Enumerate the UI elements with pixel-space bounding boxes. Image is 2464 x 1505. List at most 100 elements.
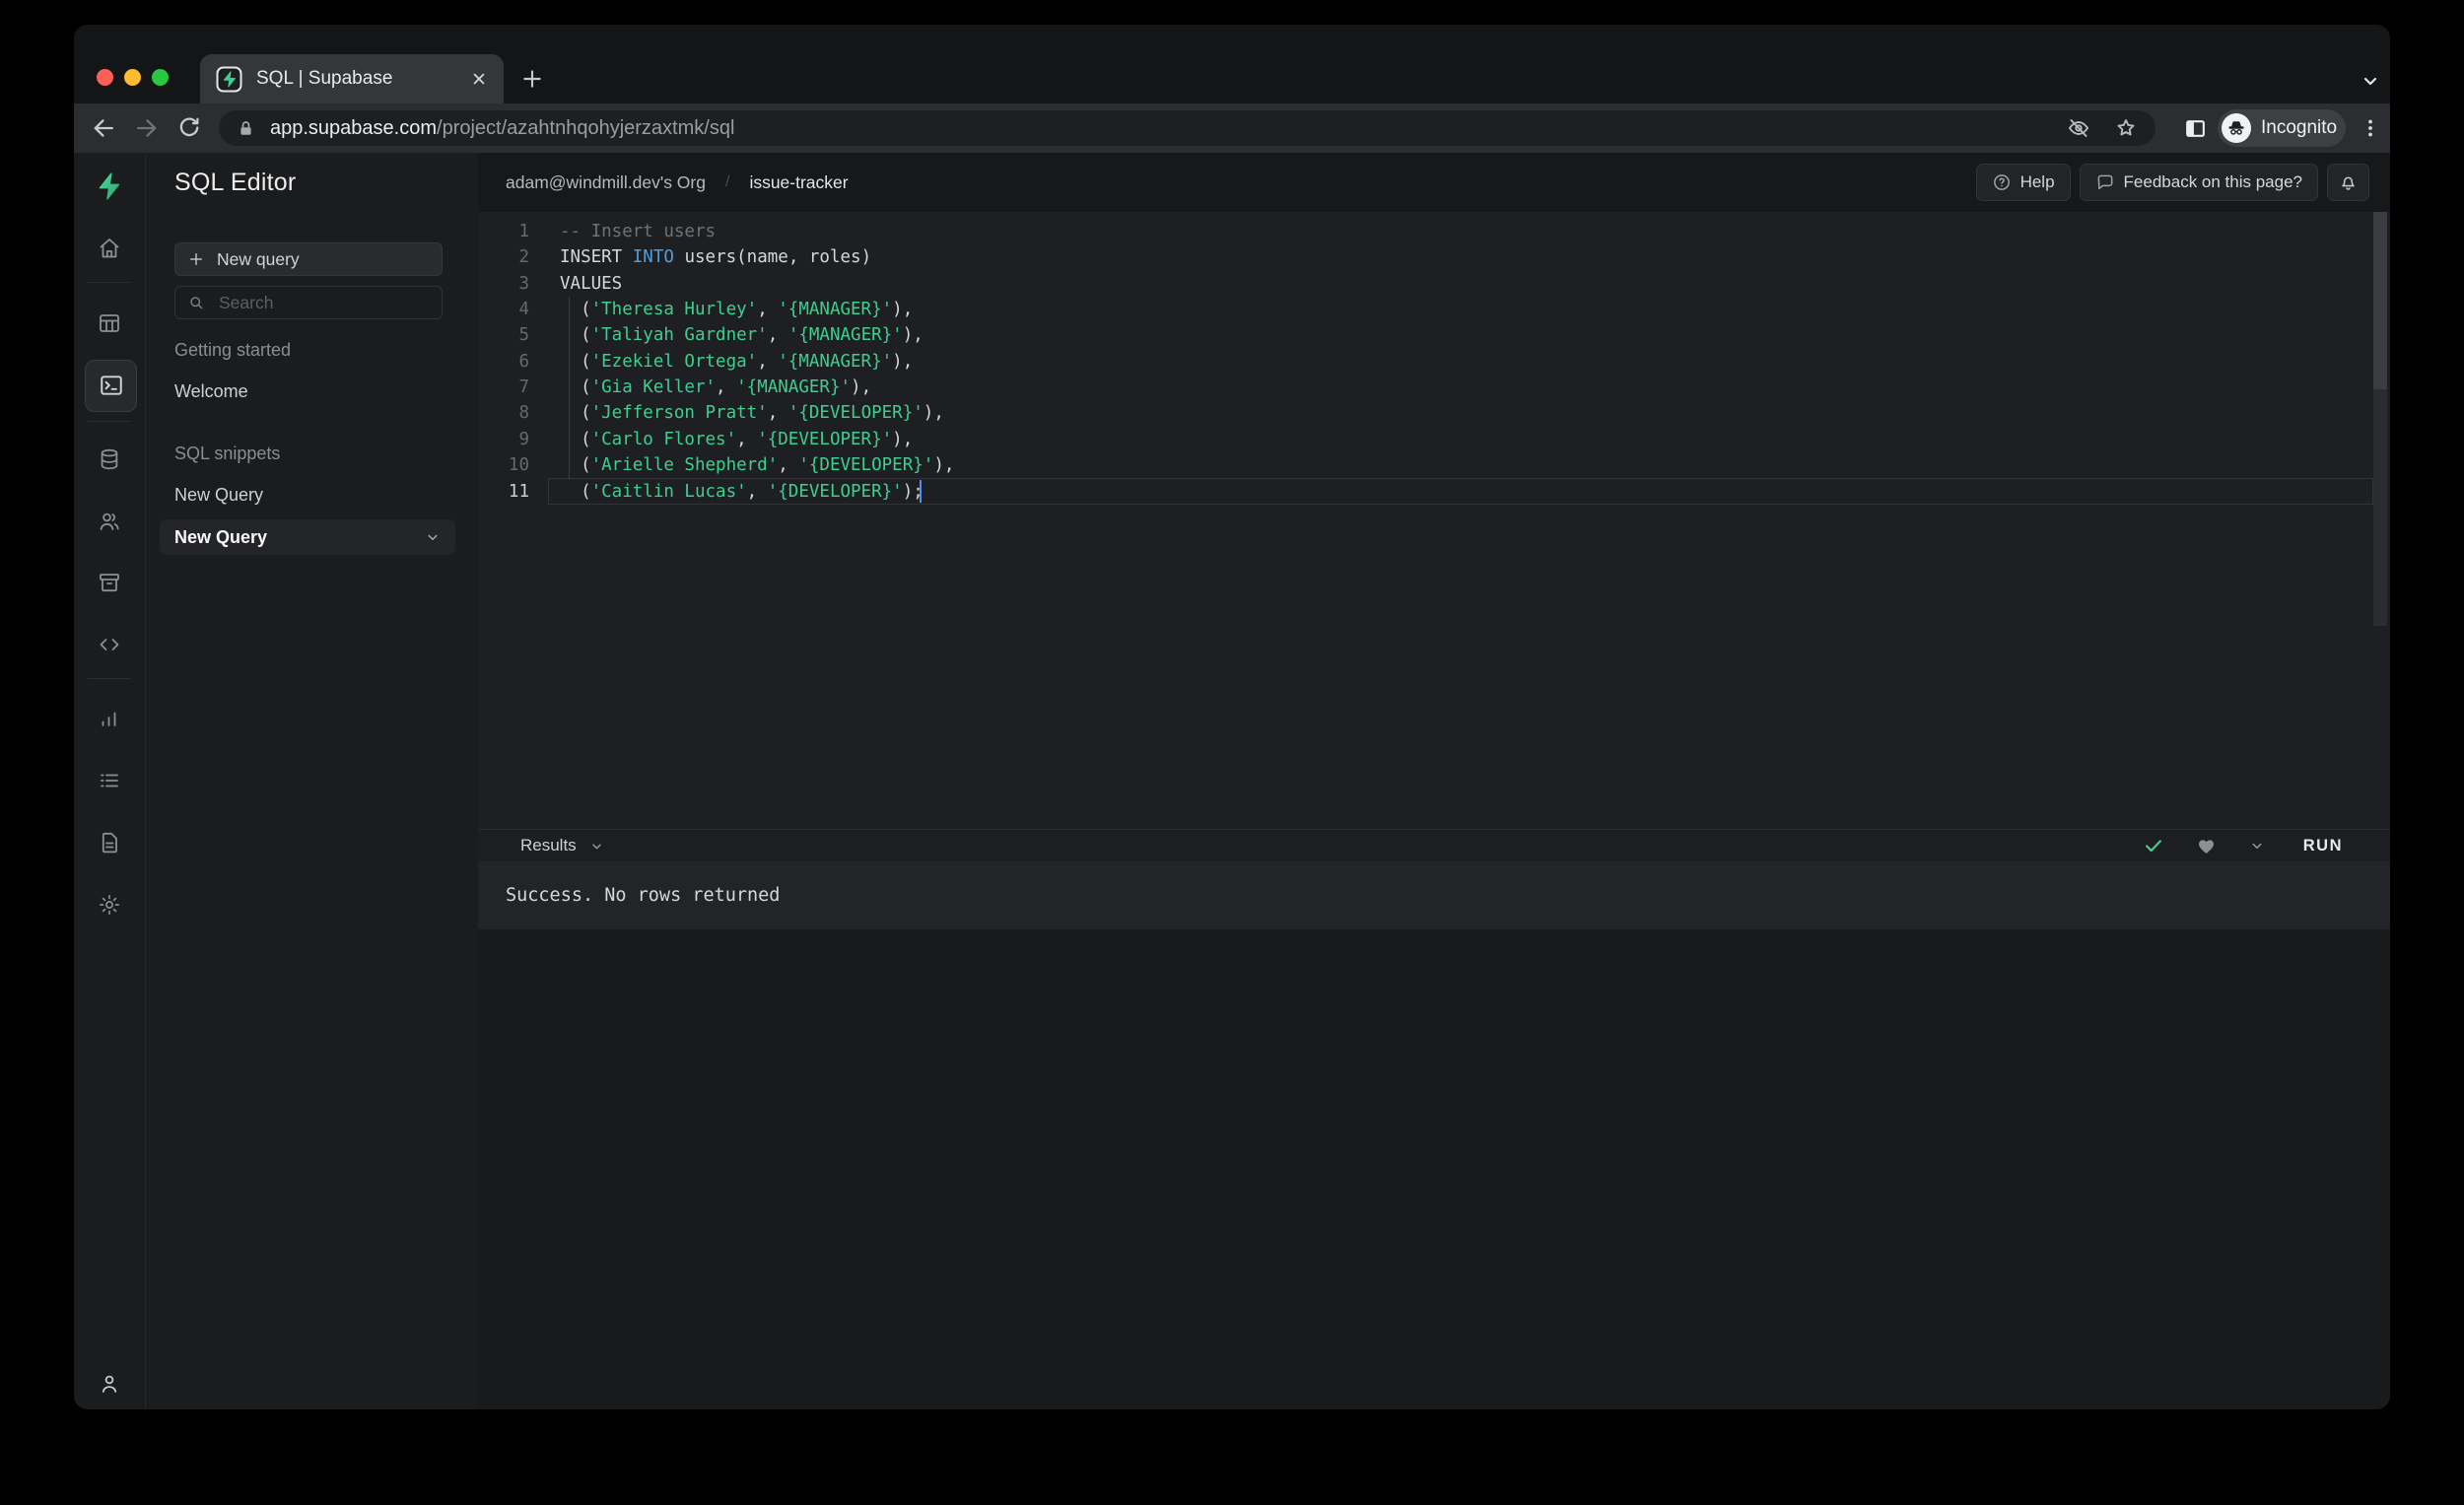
sql-code-editor[interactable]: 1 -- Insert users 2 INSERT INTO users(name,… bbox=[478, 212, 2390, 829]
incognito-badge: Incognito bbox=[2218, 109, 2346, 147]
reports-icon[interactable] bbox=[98, 707, 121, 730]
run-button[interactable]: RUN bbox=[2303, 837, 2343, 855]
back-icon[interactable] bbox=[90, 114, 117, 142]
table-editor-icon[interactable] bbox=[98, 311, 121, 335]
url-path: /project/azahtnhqohyjerzaxtmk/sql bbox=[437, 116, 735, 139]
run-options-chevron-icon[interactable] bbox=[2248, 837, 2266, 855]
favorite-heart-icon[interactable] bbox=[2196, 836, 2217, 856]
tab-close-icon[interactable] bbox=[470, 70, 488, 88]
rail-divider bbox=[88, 678, 131, 679]
url-bar[interactable]: app.supabase.com/project/azahtnhqohyjerz… bbox=[219, 110, 2156, 146]
help-button-label: Help bbox=[2019, 172, 2055, 191]
breadcrumb-org[interactable]: adam@windmill.dev's Org bbox=[506, 172, 706, 193]
supabase-app: SQL Editor New query Getting started Wel… bbox=[74, 153, 2390, 1409]
editor-scrollbar-track[interactable] bbox=[2373, 389, 2387, 626]
line-number: 8 bbox=[518, 403, 529, 424]
line-number: 5 bbox=[518, 325, 529, 346]
account-icon[interactable] bbox=[98, 1372, 121, 1396]
screenshot-stage: SQL | Supabase app.supabase.com /project… bbox=[0, 0, 2464, 1505]
api-code-icon[interactable] bbox=[98, 633, 121, 656]
line-number: 1 bbox=[518, 222, 529, 241]
browser-tab-strip: SQL | Supabase bbox=[74, 25, 2390, 103]
feedback-button-label: Feedback on this page? bbox=[2123, 172, 2302, 191]
authentication-icon[interactable] bbox=[98, 510, 121, 533]
search-box[interactable] bbox=[174, 286, 443, 319]
docs-icon[interactable] bbox=[98, 831, 121, 855]
code-line-10[interactable]: ('Arielle Shepherd', '{DEVELOPER}'), bbox=[560, 452, 954, 478]
omnibox-right-icons bbox=[2067, 110, 2138, 146]
line-number: 6 bbox=[518, 351, 529, 372]
logs-icon[interactable] bbox=[98, 769, 121, 792]
reload-icon[interactable] bbox=[175, 114, 202, 141]
nav-rail bbox=[74, 153, 146, 1409]
traffic-minimize-button[interactable] bbox=[124, 69, 141, 86]
results-empty-area bbox=[478, 929, 2390, 1409]
page-title: SQL Editor bbox=[174, 169, 297, 196]
sidebar-item-welcome[interactable]: Welcome bbox=[174, 381, 248, 402]
success-check-icon bbox=[2143, 835, 2164, 856]
rail-divider bbox=[88, 282, 131, 283]
browser-window: SQL | Supabase app.supabase.com /project… bbox=[74, 25, 2390, 1409]
header-actions: Help Feedback on this page? bbox=[1975, 164, 2369, 201]
eye-off-icon[interactable] bbox=[2067, 116, 2090, 140]
forward-icon[interactable] bbox=[133, 114, 161, 142]
traffic-close-button[interactable] bbox=[97, 69, 113, 86]
sidebar-item-new-query-selected[interactable]: New Query bbox=[160, 519, 455, 555]
sql-editor-sidebar: SQL Editor New query Getting started Wel… bbox=[145, 153, 479, 1409]
help-button[interactable]: Help bbox=[1975, 164, 2071, 201]
code-line-1[interactable]: -- Insert users bbox=[560, 219, 716, 244]
new-query-button[interactable]: New query bbox=[174, 242, 443, 276]
feedback-speech-icon bbox=[2095, 172, 2115, 192]
sql-editor-icon bbox=[100, 375, 122, 395]
section-label-sql-snippets: SQL snippets bbox=[174, 444, 281, 463]
notifications-button[interactable] bbox=[2327, 164, 2369, 201]
line-number: 2 bbox=[518, 247, 529, 268]
browser-tab[interactable]: SQL | Supabase bbox=[200, 54, 504, 103]
line-number: 7 bbox=[518, 377, 529, 398]
results-message-row: Success. No rows returned bbox=[478, 861, 2390, 929]
supabase-logo-icon[interactable] bbox=[95, 171, 120, 200]
code-line-6[interactable]: ('Ezekiel Ortega', '{MANAGER}'), bbox=[560, 349, 913, 375]
help-icon bbox=[1992, 172, 2012, 192]
breadcrumb: adam@windmill.dev's Org / issue-tracker bbox=[506, 172, 849, 193]
feedback-button[interactable]: Feedback on this page? bbox=[2079, 164, 2318, 201]
side-panel-icon[interactable] bbox=[2183, 116, 2208, 141]
bookmark-star-icon[interactable] bbox=[2114, 116, 2138, 140]
main-header: adam@windmill.dev's Org / issue-tracker … bbox=[478, 153, 2390, 212]
chevron-down-icon[interactable] bbox=[424, 528, 442, 546]
results-label: Results bbox=[520, 836, 577, 855]
line-number: 11 bbox=[508, 481, 529, 502]
sql-editor-nav-selected[interactable] bbox=[85, 360, 137, 412]
new-tab-button[interactable] bbox=[519, 66, 545, 92]
tab-search-chevron-icon[interactable] bbox=[2359, 69, 2382, 93]
code-line-3[interactable]: VALUES bbox=[560, 271, 622, 297]
results-dropdown[interactable]: Results bbox=[520, 836, 605, 855]
bell-icon bbox=[2338, 172, 2359, 193]
browser-menu-icon[interactable] bbox=[2359, 116, 2382, 140]
code-line-7[interactable]: ('Gia Keller', '{MANAGER}'), bbox=[560, 375, 871, 400]
sidebar-item-new-query[interactable]: New Query bbox=[174, 485, 263, 506]
database-icon[interactable] bbox=[98, 447, 121, 471]
settings-gear-icon[interactable] bbox=[98, 893, 121, 917]
lock-icon bbox=[236, 118, 256, 139]
text-cursor bbox=[920, 480, 922, 503]
browser-toolbar: app.supabase.com/project/azahtnhqohyjerz… bbox=[74, 103, 2390, 153]
code-line-9[interactable]: ('Carlo Flores', '{DEVELOPER}'), bbox=[560, 427, 913, 452]
code-line-8[interactable]: ('Jefferson Pratt', '{DEVELOPER}'), bbox=[560, 400, 944, 426]
plus-icon bbox=[187, 250, 205, 268]
search-input[interactable] bbox=[217, 291, 418, 314]
home-icon[interactable] bbox=[98, 237, 121, 260]
storage-icon[interactable] bbox=[98, 571, 121, 594]
editor-scrollbar-thumb[interactable] bbox=[2373, 212, 2387, 389]
code-line-11[interactable]: ('Caitlin Lucas', '{DEVELOPER}'); bbox=[560, 479, 924, 505]
line-number: 9 bbox=[518, 429, 529, 449]
main-content: adam@windmill.dev's Org / issue-tracker … bbox=[478, 153, 2390, 1409]
line-number: 10 bbox=[508, 455, 529, 476]
code-line-2[interactable]: INSERT INTO users(name, roles) bbox=[560, 244, 871, 270]
code-line-4[interactable]: ('Theresa Hurley', '{MANAGER}'), bbox=[560, 297, 913, 322]
selected-snippet-label: New Query bbox=[174, 526, 268, 547]
breadcrumb-project[interactable]: issue-tracker bbox=[749, 172, 848, 193]
traffic-zoom-button[interactable] bbox=[152, 69, 169, 86]
incognito-label: Incognito bbox=[2261, 117, 2338, 138]
code-line-5[interactable]: ('Taliyah Gardner', '{MANAGER}'), bbox=[560, 322, 924, 348]
